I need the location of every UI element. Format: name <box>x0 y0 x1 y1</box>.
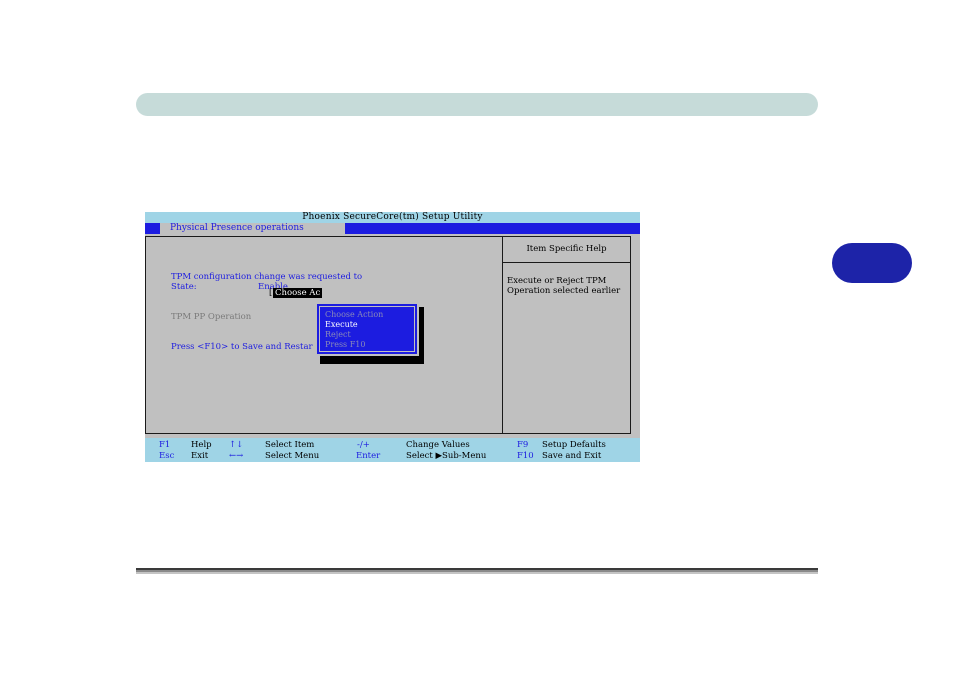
key-f1-desc: Help <box>191 440 212 450</box>
help-text: Execute or Reject TPM Operation selected… <box>507 276 621 296</box>
key-f1: F1 <box>159 440 171 450</box>
page-header-bar <box>136 93 818 116</box>
key-f9-desc: Setup Defaults <box>542 440 606 450</box>
item-specific-help-pane: Item Specific Help Execute or Reject TPM… <box>502 236 631 434</box>
bios-title: Phoenix SecureCore(tm) Setup Utility <box>145 212 640 223</box>
key-enter-desc: Select ▶Sub-Menu <box>406 451 487 461</box>
save-hint: Press <F10> to Save and Restar <box>171 342 313 352</box>
popup-option-choose-action: Choose Action <box>325 310 384 319</box>
key-left-right: ←→ <box>229 451 244 461</box>
key-left-right-desc: Select Menu <box>265 451 320 461</box>
request-message: TPM configuration change was requested t… <box>171 272 363 282</box>
tab-physical-presence[interactable]: Physical Presence operations <box>160 223 345 234</box>
field-bracket: [ <box>269 288 273 298</box>
key-up-down-desc: Select Item <box>265 440 315 450</box>
key-esc-desc: Exit <box>191 451 209 461</box>
footer-rule <box>136 568 818 574</box>
tpm-operation-field[interactable]: Choose Ac <box>273 288 323 298</box>
bios-setup-screenshot: Phoenix SecureCore(tm) Setup Utility Phy… <box>145 212 640 462</box>
key-legend: F1 Help ↑↓ Select Item -/+ Change Values… <box>145 438 640 462</box>
key-enter: Enter <box>356 451 381 461</box>
tpm-operation-label: TPM PP Operation <box>171 312 252 322</box>
state-label: State: <box>171 282 197 292</box>
action-popup[interactable]: Choose Action Execute Reject Press F10 <box>315 302 419 356</box>
key-f9: F9 <box>517 440 529 450</box>
key-f10: F10 <box>517 451 534 461</box>
key-f10-desc: Save and Exit <box>542 451 602 461</box>
key-up-down: ↑↓ <box>229 440 244 450</box>
popup-option-reject[interactable]: Reject <box>325 330 351 339</box>
popup-option-execute[interactable]: Execute <box>325 320 358 329</box>
popup-option-press-f10: Press F10 <box>325 340 366 349</box>
help-header: Item Specific Help <box>503 237 630 263</box>
key-esc: Esc <box>159 451 175 461</box>
key-minus-plus: -/+ <box>357 440 370 450</box>
chapter-tab <box>832 243 912 283</box>
key-minus-plus-desc: Change Values <box>406 440 470 450</box>
